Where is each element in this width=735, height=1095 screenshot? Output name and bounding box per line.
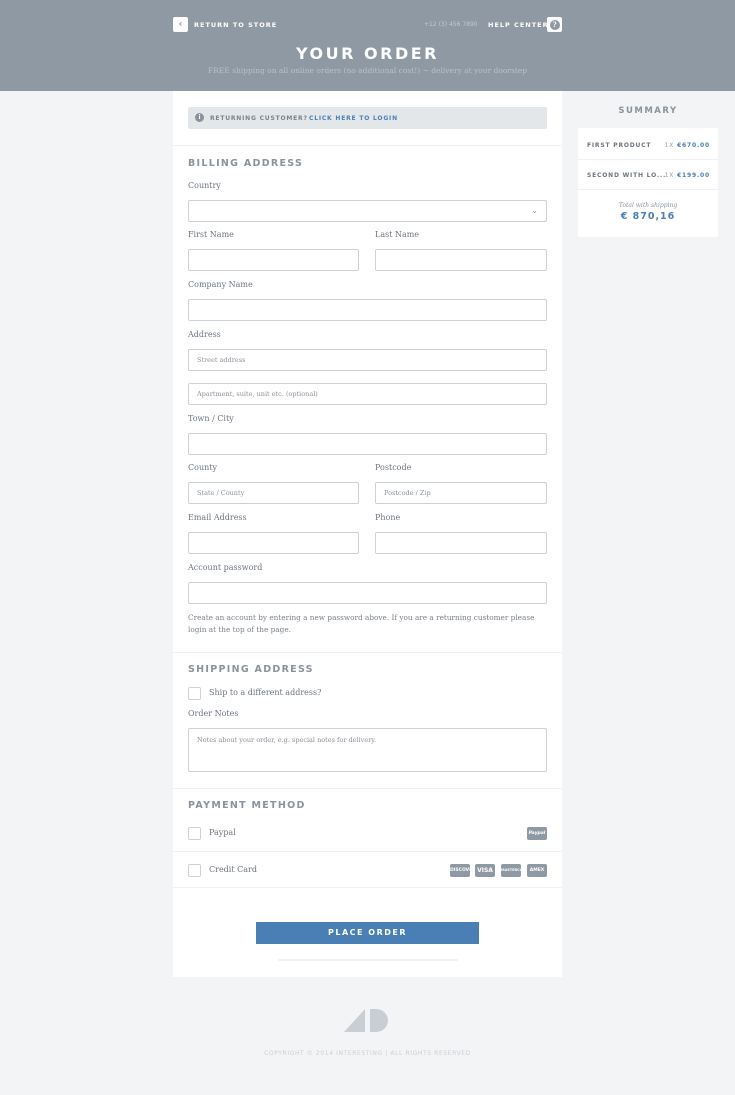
checkout-form: i RETURNING CUSTOMER? CLICK HERE TO LOGI… [173, 91, 562, 977]
password-input[interactable] [188, 582, 547, 604]
item-qty: 1X [664, 142, 675, 149]
last-name-input[interactable] [375, 249, 547, 271]
login-link[interactable]: CLICK HERE TO LOGIN [309, 115, 398, 122]
summary-item: SECOND WITH LO... 1X €199.00 [587, 172, 710, 179]
divider [173, 887, 562, 888]
summary-heading: SUMMARY [618, 106, 678, 116]
password-label: Account password [188, 563, 263, 572]
discover-icon: DISCOVER [450, 864, 476, 877]
first-name-label: First Name [188, 230, 234, 239]
password-help-text: Create an account by entering a new pass… [188, 613, 535, 634]
amex-icon: AMEX [527, 864, 547, 877]
country-select[interactable]: ⌄ [188, 200, 547, 222]
divider [578, 159, 718, 160]
paypal-label: Paypal [209, 828, 236, 837]
address-label: Address [188, 330, 221, 339]
item-name: SECOND WITH LO... [587, 172, 667, 179]
company-input[interactable] [188, 299, 547, 321]
apartment-input[interactable]: Apartment, suite, unit etc. (optional) [188, 383, 547, 405]
terms-fine-print [278, 959, 458, 961]
brand-logo [344, 1009, 388, 1032]
last-name-label: Last Name [375, 230, 420, 239]
order-notes-textarea[interactable]: Notes about your order, e.g. special not… [188, 728, 547, 772]
phone-input[interactable] [375, 532, 547, 554]
ship-different-label: Ship to a different address? [209, 688, 322, 697]
county-label: County [188, 463, 217, 472]
returning-customer-text: RETURNING CUSTOMER? [210, 115, 308, 122]
billing-heading: BILLING ADDRESS [188, 158, 304, 169]
paypal-icon: Paypal [527, 827, 547, 840]
header: ‹ RETURN TO STORE +12 (3) 456 7890 HELP … [0, 0, 735, 91]
credit-card-checkbox[interactable] [188, 864, 201, 877]
page-title: YOUR ORDER [296, 44, 439, 63]
item-qty: 1X [664, 172, 675, 179]
visa-icon: VISA [475, 864, 495, 877]
credit-card-label: Credit Card [209, 865, 257, 874]
phone-number: +12 (3) 456 7890 [424, 21, 478, 28]
total-label: Total with shipping [618, 202, 678, 209]
page-subtitle: FREE shipping on all online orders (no a… [207, 66, 528, 75]
street-address-input[interactable]: Street address [188, 349, 547, 371]
divider [578, 189, 718, 190]
town-input[interactable] [188, 433, 547, 455]
chevron-left-icon[interactable]: ‹ [173, 17, 188, 32]
company-label: Company Name [188, 280, 253, 289]
item-price: €670.00 [677, 142, 710, 149]
copyright: COPYRIGHT © 2014 INTERESTING | ALL RIGHT… [264, 1050, 471, 1057]
total-value: € 870,16 [620, 211, 676, 222]
divider [173, 851, 562, 852]
email-input[interactable] [188, 532, 359, 554]
summary-item: FIRST PRODUCT 1X €670.00 [587, 142, 710, 149]
email-label: Email Address [188, 513, 247, 522]
country-label: Country [188, 181, 221, 190]
order-summary: FIRST PRODUCT 1X €670.00 SECOND WITH LO.… [578, 128, 718, 237]
county-input[interactable]: State / County [188, 482, 359, 504]
help-icon[interactable]: ? [547, 17, 562, 32]
postcode-label: Postcode [375, 463, 412, 472]
shipping-heading: SHIPPING ADDRESS [188, 664, 314, 675]
phone-label: Phone [375, 513, 401, 522]
town-label: Town / City [188, 414, 234, 423]
info-icon: i [195, 113, 204, 122]
help-center-link[interactable]: HELP CENTER [488, 21, 549, 29]
ship-different-checkbox[interactable] [188, 687, 201, 700]
postcode-input[interactable]: Postcode / Zip [375, 482, 547, 504]
returning-customer-bar: i RETURNING CUSTOMER? CLICK HERE TO LOGI… [188, 107, 547, 129]
chevron-down-icon: ⌄ [531, 206, 538, 215]
divider [173, 652, 562, 653]
return-to-store-link[interactable]: RETURN TO STORE [194, 21, 277, 29]
order-notes-label: Order Notes [188, 709, 239, 718]
payment-heading: PAYMENT METHOD [188, 800, 306, 811]
paypal-checkbox[interactable] [188, 827, 201, 840]
mastercard-icon: MASTERCARD [501, 864, 528, 877]
item-name: FIRST PRODUCT [587, 142, 652, 149]
first-name-input[interactable] [188, 249, 359, 271]
item-price: €199.00 [677, 172, 710, 179]
divider [173, 788, 562, 789]
place-order-button[interactable]: PLACE ORDER [256, 922, 479, 944]
divider [173, 145, 562, 146]
